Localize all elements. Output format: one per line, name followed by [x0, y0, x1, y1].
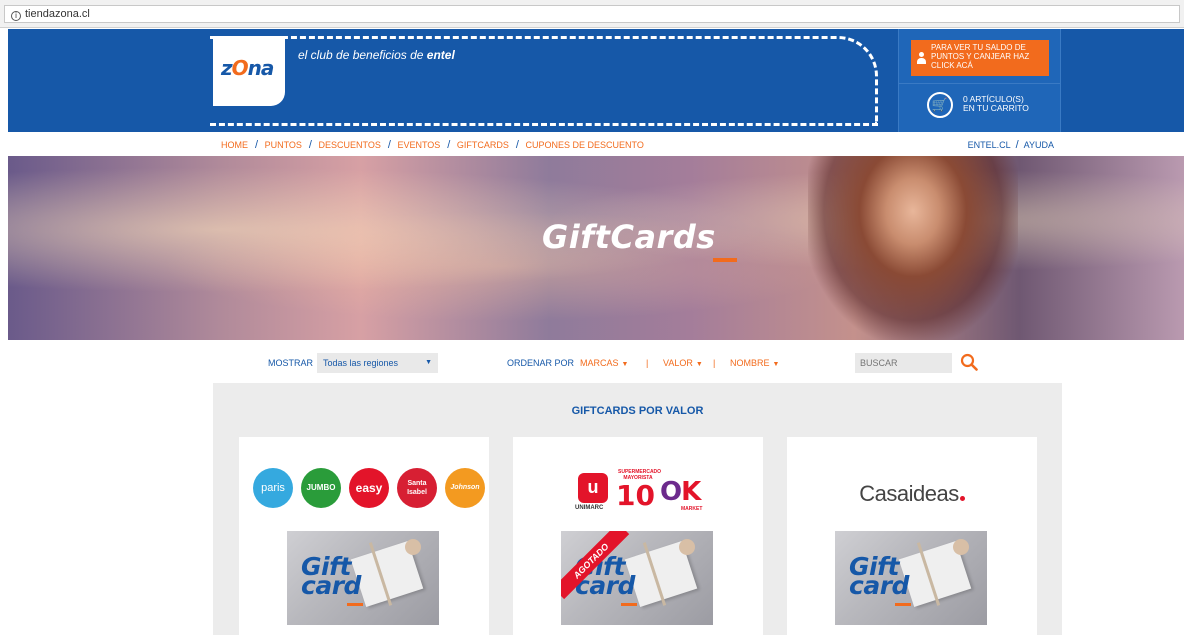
show-label: MOSTRAR [268, 358, 313, 368]
nav-item-ayuda[interactable]: AYUDA [1024, 140, 1054, 150]
sort-name[interactable]: NOMBRE ▼ [730, 358, 779, 368]
jumbo-logo: JUMBO [301, 468, 341, 508]
hero-title: GiftCards [542, 218, 716, 256]
nav-item-descuentos[interactable]: DESCUENTOS [319, 140, 381, 150]
giftcard-image: Gift card [835, 531, 987, 625]
giftcard-image: Gift card AGOTADO [561, 531, 713, 625]
ok-market-logo: OK [660, 477, 701, 507]
cart-link[interactable]: 🛒 0 ARTÍCULO(S) EN TU CARRITO [899, 83, 1060, 131]
site-header: zOna el club de beneficios de entel PARA… [8, 29, 1184, 132]
zona-logo[interactable]: zOna [213, 36, 285, 106]
cart-text: 0 ARTÍCULO(S) EN TU CARRITO [963, 94, 1029, 113]
mayorista-10-logo: 10 [616, 479, 655, 512]
paris-logo: paris [253, 468, 293, 508]
giftcard-smu[interactable]: u UNIMARC SUPERMERCADO MAYORISTA 10 OK M… [513, 437, 763, 635]
giftcard-image: Gift card [287, 531, 439, 625]
johnson-logo: Johnson [445, 468, 485, 508]
panel-title: GIFTCARDS POR VALOR [571, 405, 704, 417]
brand-logos: u UNIMARC SUPERMERCADO MAYORISTA 10 OK M… [575, 469, 703, 512]
giftcard-cencosud[interactable]: paris JUMBO easy Santa Isabel Johnson Gi… [239, 437, 489, 635]
hero-underline [713, 258, 737, 262]
sort-brands[interactable]: MARCAS ▼ [580, 358, 628, 368]
user-icon [917, 52, 926, 64]
order-label: ORDENAR POR [507, 358, 575, 368]
nav-item-giftcards[interactable]: GIFTCARDS [457, 140, 509, 150]
nav-item-puntos[interactable]: PUNTOS [265, 140, 302, 150]
brand-logos: paris JUMBO easy Santa Isabel Johnson [239, 465, 489, 515]
nav-item-eventos[interactable]: EVENTOS [397, 140, 440, 150]
giftcards-panel: GIFTCARDS POR VALOR paris JUMBO easy San… [213, 383, 1062, 635]
tagline: el club de beneficios de entel [298, 48, 455, 62]
dropdown-arrow-icon: ▼ [425, 359, 432, 366]
points-balance-button[interactable]: PARA VER TU SALDO DE PUNTOS Y CANJEAR HA… [911, 40, 1049, 76]
search-input[interactable] [855, 353, 952, 373]
giftcard-casaideas[interactable]: Casaideas Gift card [787, 437, 1037, 635]
sort-divider: | [713, 358, 716, 368]
logo-text: zOna [221, 56, 274, 80]
account-panel: PARA VER TU SALDO DE PUNTOS Y CANJEAR HA… [898, 29, 1061, 132]
sort-divider: | [646, 358, 649, 368]
url-text: tiendazona.cl [25, 8, 90, 20]
giftcard-label: Gift card [849, 552, 909, 600]
info-icon[interactable]: i [11, 11, 21, 21]
hero-banner: GiftCards [8, 156, 1184, 340]
nav-item-entel[interactable]: ENTEL.CL [968, 140, 1011, 150]
region-select[interactable]: Todas las regiones ▼ [317, 353, 438, 373]
cart-icon: 🛒 [927, 92, 953, 118]
santa-isabel-logo: Santa Isabel [397, 468, 437, 508]
giftcard-label: Gift card [301, 552, 361, 600]
main-nav: HOME / PUNTOS / DESCUENTOS / EVENTOS / GIFTC… [221, 139, 644, 151]
casaideas-logo: Casaideas [787, 481, 1037, 507]
easy-logo: easy [349, 468, 389, 508]
filter-bar: MOSTRAR Todas las regiones ▼ ORDENAR POR… [0, 353, 1184, 375]
sort-value[interactable]: VALOR ▼ [663, 358, 703, 368]
nav-item-home[interactable]: HOME [221, 140, 248, 150]
nav-item-cupones[interactable]: CUPONES DE DESCUENTO [525, 140, 643, 150]
unimarc-logo: u [578, 473, 608, 503]
browser-address-bar: i tiendazona.cl [0, 0, 1184, 28]
hero-photo-woman [808, 156, 1018, 340]
url-field[interactable]: i tiendazona.cl [4, 5, 1180, 23]
brand-logos: Casaideas [787, 465, 1037, 515]
search-icon[interactable] [960, 353, 978, 371]
secondary-nav: ENTEL.CL / AYUDA [967, 139, 1054, 151]
